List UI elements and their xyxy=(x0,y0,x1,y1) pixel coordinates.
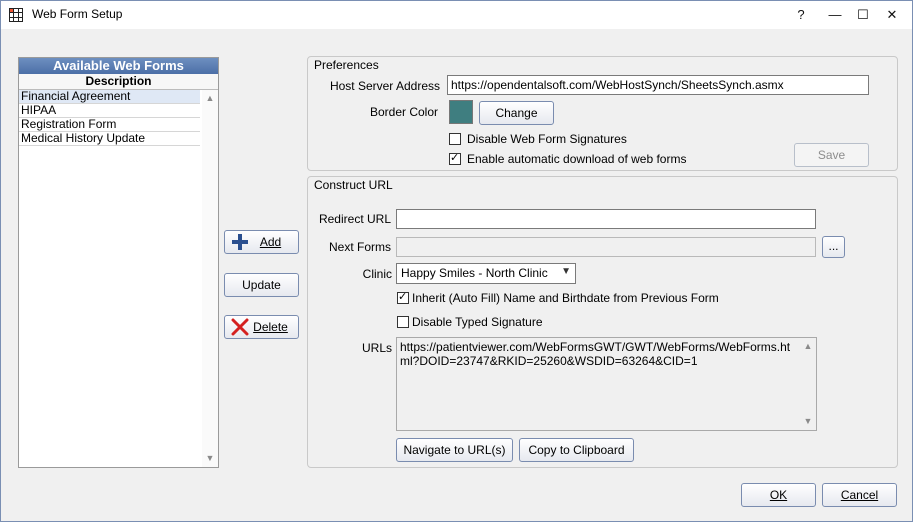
cancel-button[interactable]: Cancel xyxy=(822,483,897,507)
list-scrollbar[interactable]: ▲ ▼ xyxy=(202,90,218,467)
clinic-label: Clinic xyxy=(362,267,392,281)
plus-icon xyxy=(232,234,248,250)
auto-download-label: Enable automatic download of web forms xyxy=(467,152,687,166)
web-forms-list[interactable]: Available Web Forms Description Financia… xyxy=(18,57,219,468)
preferences-title: Preferences xyxy=(314,58,379,72)
list-item[interactable]: Financial Agreement xyxy=(19,90,200,104)
clinic-selected-value: Happy Smiles - North Clinic xyxy=(401,266,548,280)
scroll-down-icon[interactable]: ▼ xyxy=(803,416,813,426)
border-color-label: Border Color xyxy=(369,105,438,119)
host-server-label: Host Server Address xyxy=(329,79,440,93)
delete-x-icon xyxy=(231,318,249,336)
urls-text: https://patientviewer.com/WebFormsGWT/GW… xyxy=(400,340,791,368)
navigate-to-url-button[interactable]: Navigate to URL(s) xyxy=(396,438,513,462)
close-button[interactable]: ✕ xyxy=(880,5,904,25)
urls-label: URLs xyxy=(361,341,392,355)
window-title: Web Form Setup xyxy=(32,7,123,21)
disable-typed-signature-label: Disable Typed Signature xyxy=(412,315,543,329)
scroll-down-icon[interactable]: ▼ xyxy=(205,453,215,463)
next-forms-label: Next Forms xyxy=(328,240,391,254)
maximize-button[interactable]: ☐ xyxy=(851,5,875,25)
update-button[interactable]: Update xyxy=(224,273,299,297)
save-button[interactable]: Save xyxy=(794,143,869,167)
urls-scrollbar[interactable]: ▲ ▼ xyxy=(800,338,816,430)
copy-to-clipboard-button[interactable]: Copy to Clipboard xyxy=(519,438,634,462)
chevron-down-icon: ▼ xyxy=(561,266,571,277)
list-item[interactable]: HIPAA xyxy=(19,104,200,118)
help-button[interactable]: ? xyxy=(789,5,813,25)
inherit-name-checkbox[interactable] xyxy=(397,290,409,304)
minimize-button[interactable]: — xyxy=(823,5,847,25)
scroll-up-icon[interactable]: ▲ xyxy=(205,93,215,103)
next-forms-input xyxy=(396,237,816,257)
add-button[interactable]: Add xyxy=(224,230,299,254)
title-bar[interactable]: Web Form Setup ? — ☐ ✕ xyxy=(1,1,912,29)
inherit-name-label: Inherit (Auto Fill) Name and Birthdate f… xyxy=(412,291,719,305)
web-form-setup-window: Web Form Setup ? — ☐ ✕ Available Web For… xyxy=(0,0,913,522)
redirect-url-input[interactable] xyxy=(396,209,816,229)
change-color-button[interactable]: Change xyxy=(479,101,554,125)
border-color-swatch xyxy=(449,100,473,124)
construct-url-title: Construct URL xyxy=(314,178,393,192)
auto-download-checkbox[interactable] xyxy=(449,151,461,165)
list-item[interactable]: Medical History Update xyxy=(19,132,200,146)
delete-button[interactable]: Delete xyxy=(224,315,299,339)
description-column-header[interactable]: Description xyxy=(19,74,218,90)
disable-typed-signature-checkbox[interactable] xyxy=(397,316,409,328)
disable-signatures-checkbox[interactable] xyxy=(449,133,461,145)
urls-textarea[interactable]: https://patientviewer.com/WebFormsGWT/GW… xyxy=(396,337,817,431)
list-item[interactable]: Registration Form xyxy=(19,118,200,132)
host-server-input[interactable]: https://opendentalsoft.com/WebHostSynch/… xyxy=(447,75,869,95)
list-title: Available Web Forms xyxy=(19,58,218,74)
app-grid-icon xyxy=(9,8,23,22)
disable-signatures-label: Disable Web Form Signatures xyxy=(467,132,627,146)
browse-next-forms-button[interactable]: ... xyxy=(822,236,845,258)
clinic-select[interactable]: Happy Smiles - North Clinic ▼ xyxy=(396,263,576,284)
ok-button[interactable]: OK xyxy=(741,483,816,507)
scroll-up-icon[interactable]: ▲ xyxy=(803,341,813,351)
redirect-url-label: Redirect URL xyxy=(318,212,391,226)
